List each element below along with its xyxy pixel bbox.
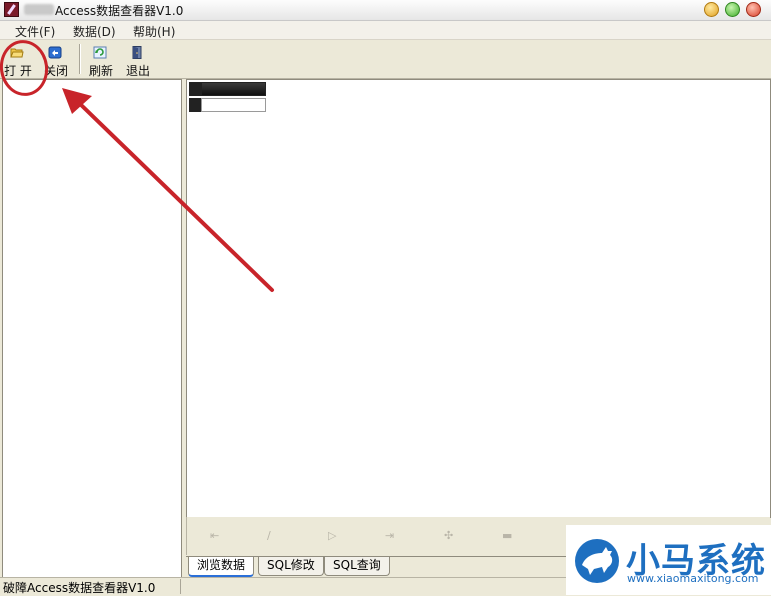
toolbar: 打 开 关闭 刷新 退出	[0, 40, 771, 79]
close-window-button[interactable]	[746, 2, 761, 17]
tab-sql-query[interactable]: SQL查询	[324, 557, 390, 576]
status-text: 破障Access数据查看器V1.0	[3, 581, 156, 595]
refresh-label: 刷新	[88, 64, 113, 78]
nav-prior-button[interactable]: ∕	[267, 530, 279, 541]
tab-browse-data[interactable]: 浏览数据	[188, 557, 255, 577]
menu-file[interactable]: 文件(F)	[15, 23, 55, 40]
table-list-pane[interactable]	[2, 79, 182, 578]
grid-corner	[189, 82, 201, 96]
close-db-icon	[48, 46, 62, 59]
refresh-button[interactable]: 刷新	[84, 44, 116, 78]
exit-label: 退出	[125, 64, 150, 78]
maximize-button[interactable]	[725, 2, 740, 17]
refresh-icon	[93, 46, 107, 59]
minimize-button[interactable]	[704, 2, 719, 17]
grid-row-indicator[interactable]	[189, 98, 201, 112]
watermark: 小马系统 www.xiaomaxitong.com	[566, 525, 771, 595]
nav-last-button[interactable]: ⇥	[385, 530, 397, 541]
nav-delete-button[interactable]: ▬	[502, 530, 514, 541]
app-icon	[4, 2, 19, 17]
grid-column-header[interactable]	[201, 82, 266, 96]
nav-insert-button[interactable]: ✣	[444, 530, 456, 541]
menu-help[interactable]: 帮助(H)	[133, 23, 175, 40]
nav-first-button[interactable]: ⇤	[210, 530, 222, 541]
toolbar-separator	[79, 44, 81, 74]
horse-logo-icon	[575, 539, 619, 583]
data-grid[interactable]	[186, 79, 771, 518]
watermark-url: www.xiaomaxitong.com	[627, 572, 759, 585]
menu-bar: 文件(F) 数据(D) 帮助(H)	[0, 21, 771, 40]
menu-data[interactable]: 数据(D)	[73, 23, 116, 40]
status-separator	[180, 579, 181, 594]
exit-door-icon	[132, 46, 142, 59]
nav-next-button[interactable]: ▷	[328, 530, 340, 541]
tab-sql-modify[interactable]: SQL修改	[258, 557, 324, 576]
title-redacted	[24, 4, 54, 15]
title-bar[interactable]: Access数据查看器V1.0	[0, 0, 771, 21]
window-title: Access数据查看器V1.0	[55, 4, 184, 18]
exit-button[interactable]: 退出	[121, 44, 153, 78]
grid-cell[interactable]	[201, 98, 266, 112]
